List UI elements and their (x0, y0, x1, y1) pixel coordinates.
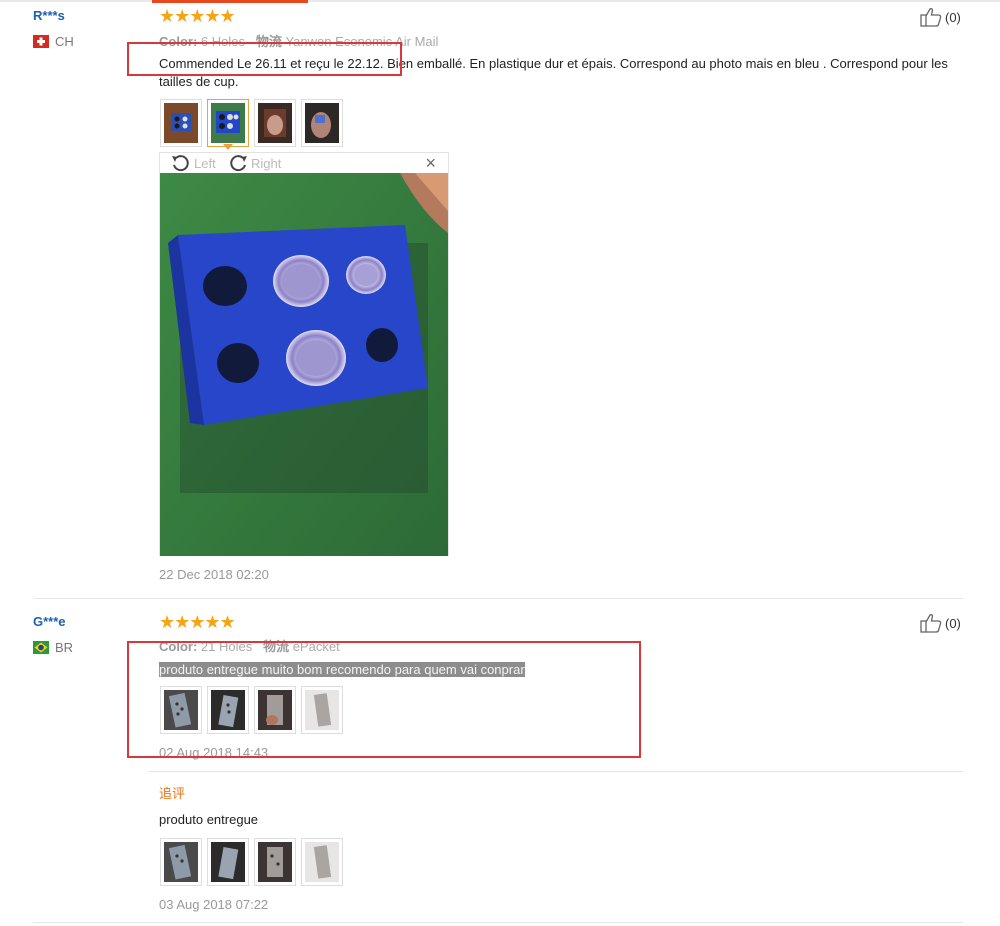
selected-thumb-caret (223, 144, 233, 150)
photo-thumbnail (211, 842, 245, 882)
star-rating: ★★★★★ (159, 612, 236, 632)
like-button[interactable]: (0) (920, 7, 961, 27)
active-tab-indicator (152, 0, 308, 3)
reviewer-country: BR (33, 640, 73, 655)
rotate-right-label: Right (251, 155, 282, 171)
top-border (0, 0, 1000, 2)
review-divider (33, 598, 963, 599)
followup-text: produto entregue (159, 812, 259, 827)
review-date: 22 Dec 2018 02:20 (159, 567, 269, 582)
photo-thumbnail (164, 103, 198, 143)
rotate-left-icon (172, 155, 189, 172)
star-rating: ★★★★★ (159, 6, 236, 26)
like-count: (0) (945, 615, 961, 631)
thumbs-up-icon (920, 8, 942, 27)
followup-photo-thumb[interactable] (160, 838, 202, 886)
photo-thumbnail (258, 103, 292, 143)
rotate-right-icon (230, 155, 247, 172)
photo-thumbnail (305, 842, 339, 882)
review-divider (33, 922, 963, 923)
rotate-left-button[interactable]: Left (170, 153, 216, 173)
photo-thumbnail (258, 842, 292, 882)
followup-divider (148, 771, 963, 772)
followup-date: 03 Aug 2018 07:22 (159, 897, 269, 912)
like-button[interactable]: (0) (920, 613, 961, 633)
review-photo-thumb[interactable] (160, 99, 202, 147)
followup-photo-thumb[interactable] (301, 838, 343, 886)
reviewer-country: CH (33, 34, 74, 49)
photo-thumbnail (164, 842, 198, 882)
photo-thumbnail (305, 103, 339, 143)
followup-photo-thumb[interactable] (254, 838, 296, 886)
followup-photo-thumb[interactable] (207, 838, 249, 886)
close-viewer-icon[interactable]: × (425, 153, 436, 174)
rotate-left-label: Left (194, 155, 216, 171)
annotation-box (127, 641, 641, 758)
reviewer-name[interactable]: R***s (33, 8, 65, 23)
review-photo-thumb[interactable] (301, 99, 343, 147)
review-photo-thumb[interactable] (254, 99, 296, 147)
country-code: BR (55, 640, 74, 655)
review-photo-thumb-selected[interactable] (207, 99, 249, 147)
brazil-flag-icon (33, 641, 49, 654)
review-photo-large (160, 173, 448, 556)
like-count: (0) (945, 9, 961, 25)
country-code: CH (55, 34, 74, 49)
annotation-box (127, 42, 402, 76)
photo-viewer: Left Right × (159, 152, 449, 556)
followup-label: 追评 (159, 786, 186, 801)
reviewer-name[interactable]: G***e (33, 614, 66, 629)
switzerland-flag-icon (33, 35, 49, 48)
thumbs-up-icon (920, 614, 942, 633)
photo-thumbnail (211, 103, 245, 143)
rotate-right-button[interactable]: Right (227, 153, 281, 173)
